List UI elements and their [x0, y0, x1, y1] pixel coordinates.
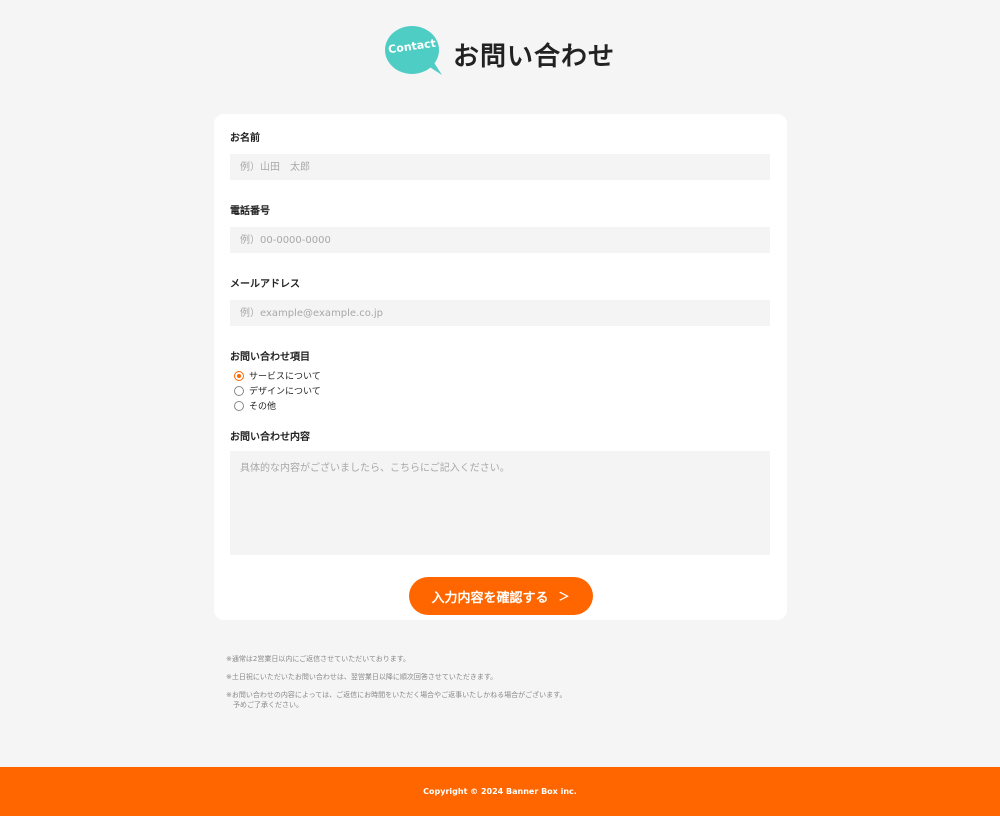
email-field-group: メールアドレス	[230, 278, 771, 326]
phone-input[interactable]	[230, 227, 770, 253]
phone-field-group: 電話番号	[230, 205, 771, 253]
radio-option-design[interactable]: デザインについて	[230, 383, 771, 398]
radio-label: デザインについて	[249, 387, 321, 397]
inquiry-type-label: お問い合わせ項目	[230, 352, 310, 363]
radio-button[interactable]	[234, 370, 244, 381]
copyright-text: Copyright © 2024 Banner Box inc.	[423, 787, 577, 796]
email-input[interactable]	[230, 300, 770, 326]
radio-option-service[interactable]: サービスについて	[230, 368, 771, 383]
submit-wrap: 入力内容を確認する ＞	[230, 577, 771, 615]
phone-label: 電話番号	[230, 206, 270, 217]
radio-button[interactable]	[234, 400, 244, 411]
header-inner: Contact お問い合わせ	[384, 26, 615, 78]
radio-label: サービスについて	[249, 372, 321, 382]
inquiry-type-group: お問い合わせ項目 サービスについて デザインについて その他	[230, 351, 771, 413]
message-label: お問い合わせ内容	[230, 432, 310, 443]
chevron-right-icon: ＞	[558, 590, 570, 603]
message-textarea[interactable]	[230, 451, 770, 555]
name-field-group: お名前	[230, 132, 771, 180]
note-delay: ※お問い合わせの内容によっては、ご返信にお時間をいただく場合やご返事いたしかねる…	[226, 691, 567, 709]
contact-form-card: お名前 電話番号 メールアドレス お問い合わせ項目 サービスについて デザインに…	[214, 114, 787, 620]
footer: Copyright © 2024 Banner Box inc.	[0, 767, 1000, 816]
notes: ※通常は2営業日以内にご返信させていただいております。 ※土日祝にいただいたお問…	[226, 654, 626, 718]
radio-button[interactable]	[234, 385, 244, 396]
message-field-group: お問い合わせ内容	[230, 431, 771, 555]
radio-label: その他	[249, 402, 277, 412]
confirm-submit-button[interactable]: 入力内容を確認する ＞	[408, 577, 593, 615]
radio-option-other[interactable]: その他	[230, 398, 771, 413]
note-reply-time: ※通常は2営業日以内にご返信させていただいております。	[226, 655, 411, 663]
email-label: メールアドレス	[230, 279, 300, 290]
inquiry-type-radio-group: サービスについて デザインについて その他	[230, 368, 771, 413]
name-label: お名前	[230, 133, 260, 144]
submit-label: 入力内容を確認する	[431, 590, 549, 606]
speech-bubble-icon: Contact	[384, 26, 442, 75]
name-input[interactable]	[230, 154, 770, 180]
note-weekend: ※土日祝にいただいたお問い合わせは、翌営業日以降に順次回答させていただきます。	[226, 673, 498, 681]
page-header: Contact お問い合わせ	[0, 24, 1000, 84]
page-title: お問い合わせ	[452, 41, 615, 72]
